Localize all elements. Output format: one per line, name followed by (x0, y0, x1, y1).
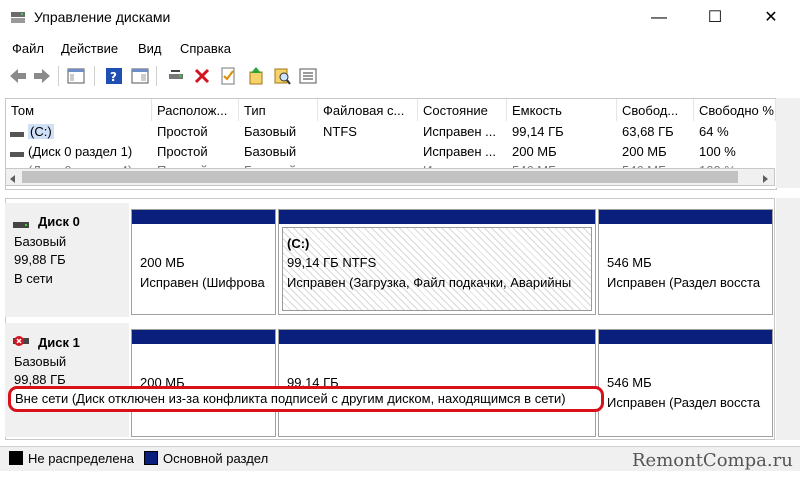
connect-icon[interactable] (166, 66, 186, 86)
disk-1-partition-1[interactable]: 200 МБ (131, 329, 276, 437)
volume-status: Исправен ... (423, 144, 496, 159)
volume-type: Базовый (244, 124, 297, 139)
menu-help[interactable]: Справка (180, 41, 231, 56)
partition-size: 546 МБ (607, 375, 652, 390)
check-properties-icon[interactable] (218, 66, 238, 86)
toolbar-separator (58, 66, 59, 86)
volume-name: (C:) (28, 124, 54, 139)
volume-layout: Простой (157, 144, 208, 159)
disk-0-type: Базовый (14, 234, 67, 249)
volume-free-space: 63,68 ГБ (622, 124, 674, 139)
watermark: RemontCompa.ru (632, 450, 793, 471)
column-header-type[interactable]: Тип (239, 99, 318, 121)
properties-pane-icon[interactable] (130, 66, 150, 86)
volume-capacity: 200 МБ (512, 144, 557, 159)
volume-type: Базовый (244, 144, 297, 159)
disk-0-partition-c[interactable]: (C:) 99,14 ГБ NTFS Исправен (Загрузка, Ф… (278, 209, 596, 315)
volume-filesystem: NTFS (323, 124, 357, 139)
console-tree-icon[interactable] (66, 66, 86, 86)
legend-primary-label: Основной раздел (163, 451, 269, 466)
partition-size: 546 МБ (607, 255, 652, 270)
volume-free-percent: 64 % (699, 124, 729, 139)
disk-offline-icon (13, 335, 29, 347)
disk-0-name: Диск 0 (38, 214, 80, 229)
forward-arrow-icon[interactable] (32, 66, 52, 86)
disk-1-type: Базовый (14, 354, 67, 369)
maximize-button[interactable]: ☐ (692, 0, 738, 36)
column-header-layout[interactable]: Располож... (152, 99, 239, 121)
disk-0-size: 99,88 ГБ (14, 252, 66, 267)
partition-bar (599, 210, 772, 224)
menu-bar (0, 38, 800, 60)
disk-0-status: В сети (14, 271, 53, 286)
disk-1-status: Вне сети (Диск отключен из-за конфликта … (15, 391, 566, 406)
list-view-icon[interactable] (298, 66, 318, 86)
menu-view[interactable]: Вид (138, 41, 162, 56)
partition-title: (C:) (287, 236, 310, 251)
column-header-filesystem[interactable]: Файловая с... (318, 99, 418, 121)
vertical-scrollbar[interactable] (776, 98, 800, 188)
column-header-free-percent[interactable]: Свободно % (694, 99, 776, 121)
column-header-capacity[interactable]: Емкость (507, 99, 617, 121)
minimize-button[interactable]: — (636, 0, 682, 36)
column-header-status[interactable]: Состояние (418, 99, 507, 121)
volume-name: (Диск 0 раздел 1) (28, 144, 133, 159)
partition-bar (279, 330, 595, 344)
disk-1-size: 99,88 ГБ (14, 372, 66, 387)
volume-status: Исправен ... (423, 124, 496, 139)
partition-size: 99,14 ГБ NTFS (287, 255, 377, 270)
scroll-left-icon[interactable] (8, 172, 18, 183)
legend-primary-swatch (144, 451, 158, 465)
toolbar-separator (94, 66, 95, 86)
legend-unallocated-label: Не распределена (28, 451, 135, 466)
help-icon[interactable]: ? (104, 66, 124, 86)
svg-text:?: ? (110, 70, 117, 84)
scroll-right-icon[interactable] (760, 172, 770, 183)
volume-capacity: 99,14 ГБ (512, 124, 564, 139)
disk-0-label-panel[interactable]: Диск 0 Базовый 99,88 ГБ В сети (5, 203, 129, 317)
partition-bar (132, 210, 275, 224)
partition-status: Исправен (Загрузка, Файл подкачки, Авари… (287, 275, 572, 290)
table-row[interactable]: (Диск 0 раздел 1) Простой Базовый Исправ… (6, 142, 776, 162)
partition-bar (599, 330, 772, 344)
partition-size: 200 МБ (140, 255, 185, 270)
volume-free-space: 200 МБ (622, 144, 667, 159)
volume-layout: Простой (157, 124, 208, 139)
partition-bar (279, 210, 595, 224)
legend-unallocated-swatch (9, 451, 23, 465)
window-title: Управление дисками (34, 9, 171, 25)
column-header-volume[interactable]: Том (6, 99, 152, 121)
drive-icon (10, 127, 24, 137)
close-button[interactable]: ✕ (748, 0, 794, 36)
volume-free-percent: 100 % (699, 144, 736, 159)
disk-0-partition-recovery[interactable]: 546 МБ Исправен (Раздел восста (598, 209, 773, 315)
disk-management-app-icon (10, 10, 26, 24)
volume-filesystem (318, 142, 418, 162)
disk-0-partition-1[interactable]: 200 МБ Исправен (Шифрова (131, 209, 276, 315)
upload-icon[interactable] (246, 66, 266, 86)
disk-icon (13, 217, 29, 228)
toolbar-separator (156, 66, 157, 86)
scrollbar-thumb[interactable] (22, 171, 738, 183)
back-arrow-icon[interactable] (8, 66, 28, 86)
search-icon[interactable] (272, 66, 292, 86)
column-header-free-space[interactable]: Свобод... (617, 99, 694, 121)
partition-bar (132, 330, 275, 344)
table-row[interactable]: (C:) Простой Базовый NTFS Исправен ... 9… (6, 122, 776, 142)
partition-status: Исправен (Шифрова (140, 275, 265, 290)
partition-status: Исправен (Раздел восста (607, 275, 761, 290)
horizontal-scrollbar[interactable] (5, 168, 775, 186)
menu-action[interactable]: Действие (61, 41, 118, 56)
partition-status: Исправен (Раздел восста (607, 395, 761, 410)
disk-1-partition-recovery[interactable]: 546 МБ Исправен (Раздел восста (598, 329, 773, 437)
vertical-scrollbar[interactable] (776, 198, 800, 440)
disk-1-partition-2[interactable]: 99,14 ГБ (278, 329, 596, 437)
disk-1-name: Диск 1 (38, 335, 80, 350)
delete-icon[interactable] (192, 66, 212, 86)
menu-file[interactable]: Файл (12, 41, 44, 56)
disk-1-label-panel[interactable]: Диск 1 Базовый 99,88 ГБ (5, 323, 129, 437)
